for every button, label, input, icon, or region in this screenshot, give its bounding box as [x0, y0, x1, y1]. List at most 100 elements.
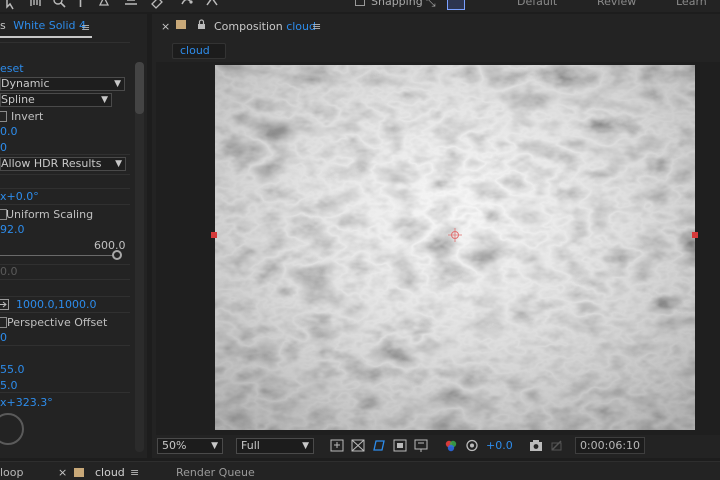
brush-tool-icon[interactable]: [124, 0, 138, 10]
divider: [0, 312, 130, 313]
effect-controls-panel: s White Solid 4 ≡ eset Dynamic ▼ Spline ▼ …: [0, 14, 147, 458]
tab-cloud[interactable]: cloud: [95, 466, 125, 479]
transparency-grid-icon[interactable]: [351, 439, 365, 452]
workspace-default[interactable]: Default: [517, 0, 557, 8]
divider: [0, 264, 130, 265]
active-tab-underline: [0, 36, 92, 38]
composition-swatch-icon: [176, 20, 186, 29]
tab-loop[interactable]: loop: [0, 466, 24, 479]
comp-breadcrumb[interactable]: cloud: [172, 43, 226, 59]
eraser-tool-icon[interactable]: [150, 0, 164, 10]
chevron-down-icon: ▼: [302, 441, 309, 451]
composition-title-prefix: Composition: [214, 20, 283, 33]
scrollbar-thumb[interactable]: [135, 62, 144, 114]
guides-icon[interactable]: [414, 439, 428, 452]
overflow-dropdown[interactable]: Allow HDR Results ▼: [0, 157, 126, 171]
divider: [0, 392, 130, 393]
divider: [0, 188, 130, 189]
scale-slider-max: 600.0: [94, 239, 126, 252]
divider: [0, 279, 130, 280]
chevron-down-icon: ▼: [211, 441, 218, 451]
layer-handle-right[interactable]: [692, 232, 698, 238]
invert-label: Invert: [11, 110, 44, 123]
perspective-offset-checkbox[interactable]: [0, 317, 7, 328]
brightness-value[interactable]: 0: [0, 141, 7, 154]
puppet-tool-icon[interactable]: [180, 0, 194, 10]
scale-slider-handle[interactable]: [112, 250, 122, 260]
snapshot-camera-icon[interactable]: [529, 439, 543, 452]
type-tool-icon[interactable]: [74, 0, 88, 10]
contrast-value[interactable]: 0.0: [0, 125, 18, 138]
chevron-down-icon: ▼: [101, 95, 108, 105]
fractal-noise-render: [215, 65, 695, 430]
scale-value[interactable]: 92.0: [0, 223, 25, 236]
divider: [0, 42, 130, 43]
composition-swatch-icon: [74, 468, 84, 477]
exposure-value[interactable]: +0.0: [486, 439, 513, 452]
mask-path-visibility-icon[interactable]: [372, 439, 386, 452]
anchor-point-icon[interactable]: [448, 228, 462, 242]
offset-turbulence-value[interactable]: 1000.0,1000.0: [16, 298, 96, 311]
panel-menu-icon[interactable]: ≡: [312, 20, 321, 33]
uniform-scaling-label: Uniform Scaling: [6, 208, 94, 221]
snap-target-button[interactable]: [447, 0, 465, 10]
chevron-down-icon: ▼: [115, 159, 122, 169]
close-tab-icon[interactable]: ×: [58, 466, 67, 479]
tab-menu-icon[interactable]: ≡: [130, 466, 139, 479]
fractal-type-dropdown[interactable]: Dynamic ▼: [0, 77, 125, 91]
fast-preview-icon[interactable]: [330, 439, 344, 452]
tab-prefix: s: [0, 19, 6, 32]
invert-checkbox[interactable]: [0, 111, 7, 122]
reset-exposure-icon[interactable]: [465, 439, 479, 452]
tools-toolbar: Snapping ⤡ Default Review Learn: [0, 0, 720, 12]
show-snapshot-icon[interactable]: [550, 439, 564, 452]
magnification-value: 50%: [162, 439, 187, 452]
composition-panel-header: × Composition cloud ≡: [152, 14, 720, 40]
divider: [0, 174, 130, 175]
interpolation-dropdown[interactable]: Spline ▼: [0, 93, 112, 107]
perspective-offset-label: Perspective Offset: [7, 316, 108, 329]
panel-menu-icon[interactable]: ≡: [81, 21, 90, 34]
reset-link[interactable]: eset: [0, 62, 24, 75]
crosshair-target-icon[interactable]: [0, 299, 9, 310]
sub-scaling-value[interactable]: 5.0: [0, 379, 18, 392]
chevron-down-icon: ▼: [114, 79, 121, 89]
evolution-value[interactable]: x+323.3°: [0, 396, 53, 409]
scale-slider-track[interactable]: [0, 255, 116, 256]
divider: [0, 204, 130, 205]
tab-render-queue[interactable]: Render Queue: [176, 466, 255, 479]
divider: [0, 296, 130, 297]
scale-width-value: 0.0: [0, 265, 18, 278]
scrollbar-track[interactable]: [135, 62, 144, 452]
roto-tool-icon[interactable]: [205, 0, 219, 10]
region-of-interest-icon[interactable]: [393, 439, 407, 452]
composition-canvas[interactable]: [215, 65, 695, 430]
snap-options-icon[interactable]: ⤡: [426, 0, 436, 10]
snapping-checkbox[interactable]: [355, 0, 365, 6]
workspace-review[interactable]: Review: [597, 0, 636, 8]
interpolation-value: Spline: [1, 93, 35, 106]
evolution-dial[interactable]: [0, 413, 24, 445]
current-time-display[interactable]: 0:00:06:10: [575, 437, 645, 454]
magnification-dropdown[interactable]: 50% ▼: [157, 438, 223, 454]
composition-title[interactable]: Composition cloud: [214, 20, 316, 33]
layer-name: White Solid 4: [13, 19, 87, 32]
resolution-dropdown[interactable]: Full ▼: [236, 438, 314, 454]
workspace-learn[interactable]: Learn: [676, 0, 707, 8]
complexity-value[interactable]: 0: [0, 331, 7, 344]
layer-handle-left[interactable]: [211, 232, 217, 238]
lock-icon[interactable]: [197, 19, 206, 30]
pen-tool-icon[interactable]: [98, 0, 112, 10]
zoom-tool-icon[interactable]: [52, 0, 66, 10]
resolution-value: Full: [241, 439, 260, 452]
overflow-value: Allow HDR Results: [1, 157, 102, 170]
channel-rgb-icon[interactable]: [444, 439, 458, 452]
divider: [0, 345, 130, 346]
timeline-tabs-bar: loop × cloud ≡ Render Queue: [0, 461, 720, 480]
fractal-type-value: Dynamic: [1, 77, 50, 90]
select-tool-icon[interactable]: [4, 0, 18, 10]
rotation-value[interactable]: x+0.0°: [0, 190, 39, 203]
close-panel-icon[interactable]: ×: [161, 20, 170, 33]
sub-influence-value[interactable]: 55.0: [0, 363, 25, 376]
hand-tool-icon[interactable]: [28, 0, 42, 10]
